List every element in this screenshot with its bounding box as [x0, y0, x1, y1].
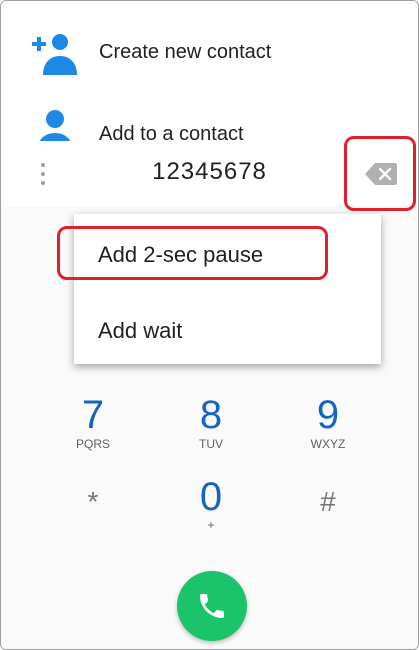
menu-item-add-wait[interactable]: Add wait: [98, 318, 182, 344]
add-person-icon: [32, 34, 77, 75]
key-letters: PQRS: [75, 437, 110, 451]
key-digit: 7: [81, 393, 105, 437]
key-digit: #: [320, 486, 336, 517]
key-9[interactable]: 9 WXYZ: [278, 393, 378, 451]
key-digit: *: [87, 486, 99, 517]
key-digit: 8: [199, 393, 223, 437]
phone-icon: [200, 594, 224, 618]
highlight-backspace: [344, 136, 416, 211]
key-pound[interactable]: #: [278, 482, 378, 522]
dialer-screen: Create new contact Add to a contact 1234…: [0, 0, 419, 650]
key-letters: +: [207, 518, 215, 532]
key-star[interactable]: *: [43, 482, 143, 522]
key-7[interactable]: 7 PQRS: [43, 393, 143, 451]
key-0[interactable]: 0 +: [161, 475, 261, 531]
key-8[interactable]: 8 TUV: [161, 393, 261, 451]
key-letters: WXYZ: [310, 437, 346, 451]
key-digit: 0: [199, 475, 223, 519]
create-new-contact-label: Create new contact: [99, 41, 272, 63]
call-button[interactable]: [177, 571, 247, 641]
key-letters: TUV: [199, 437, 223, 451]
key-digit: 9: [316, 393, 340, 437]
contact-actions-list: Create new contact Add to a contact: [1, 1, 418, 153]
create-new-contact-item[interactable]: Create new contact: [1, 19, 418, 89]
highlight-add-pause: [57, 226, 328, 280]
